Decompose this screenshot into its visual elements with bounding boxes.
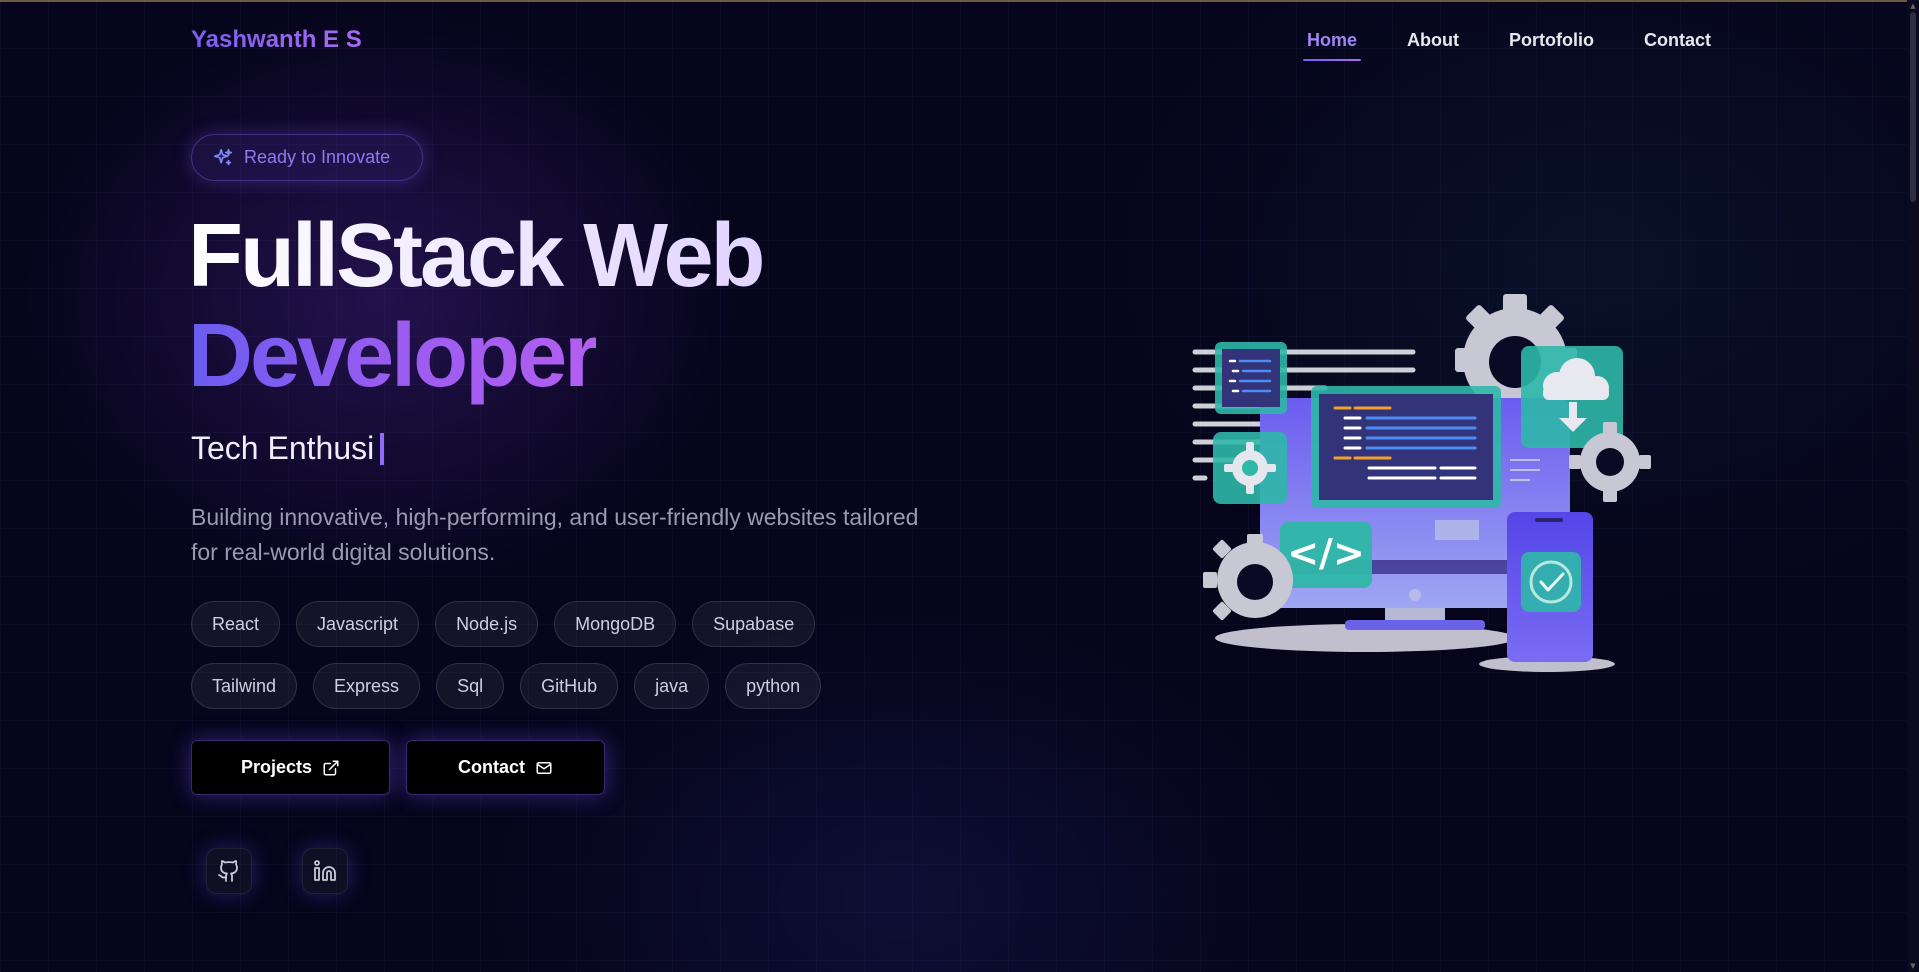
linkedin-icon xyxy=(314,860,336,881)
sparkles-icon xyxy=(213,148,233,165)
nav-about[interactable]: About xyxy=(1407,30,1459,59)
tech-tag: Node.js xyxy=(435,601,539,647)
scroll-down-arrow[interactable]: ▼ xyxy=(1909,962,1917,970)
nav-portfolio[interactable]: Portofolio xyxy=(1509,30,1594,59)
projects-button-label: Projects xyxy=(240,757,313,777)
typed-text: Tech Enthusi xyxy=(191,430,375,466)
tech-tag: java xyxy=(634,663,710,709)
projects-button[interactable]: Projects xyxy=(191,740,390,795)
scrollbar-thumb[interactable] xyxy=(1910,12,1916,202)
hero-title-line1: FullStack Web xyxy=(188,206,765,306)
svg-text:</>: </> xyxy=(1287,531,1365,575)
contact-button-label: Contact xyxy=(458,757,525,777)
tech-tag: GitHub xyxy=(520,663,619,709)
hero-description: Building innovative, high-performing, an… xyxy=(191,504,919,565)
github-link[interactable] xyxy=(206,848,252,894)
badge-label: Ready to Innovate xyxy=(244,147,391,167)
typing-caret xyxy=(380,432,385,465)
tech-tag: Sql xyxy=(436,663,505,709)
tech-tag: MongoDB xyxy=(554,601,677,647)
tech-tag: React xyxy=(191,601,281,647)
tech-tag: Tailwind xyxy=(191,663,298,709)
hero-title-line2: Developer xyxy=(188,306,599,406)
tech-tag: Javascript xyxy=(296,601,420,647)
scroll-up-arrow[interactable]: ▲ xyxy=(1909,2,1917,10)
window-top-border xyxy=(0,0,1919,2)
external-link-icon xyxy=(323,760,339,775)
tech-tags-row1: React Javascript Node.js MongoDB Supabas… xyxy=(191,601,1091,647)
github-icon xyxy=(218,860,238,882)
main-nav: Home About Portofolio Contact xyxy=(1257,30,1711,61)
ready-badge: Ready to Innovate xyxy=(191,134,423,181)
typed-subtitle: Tech Enthusi xyxy=(191,430,385,467)
tech-tag: python xyxy=(725,663,822,709)
tech-tag: Supabase xyxy=(692,601,816,647)
developer-illustration: </> xyxy=(1192,294,1651,672)
mail-icon xyxy=(536,761,552,774)
nav-contact[interactable]: Contact xyxy=(1644,30,1711,59)
linkedin-link[interactable] xyxy=(302,848,348,894)
tech-tag: Express xyxy=(313,663,421,709)
tech-tags-row2: Tailwind Express Sql GitHub java python xyxy=(191,663,1091,709)
nav-home[interactable]: Home xyxy=(1303,30,1362,61)
page-scrollbar[interactable]: ▲ ▼ xyxy=(1907,0,1919,972)
brand-logo[interactable]: Yashwanth E S xyxy=(191,26,362,54)
contact-button[interactable]: Contact xyxy=(406,740,605,795)
